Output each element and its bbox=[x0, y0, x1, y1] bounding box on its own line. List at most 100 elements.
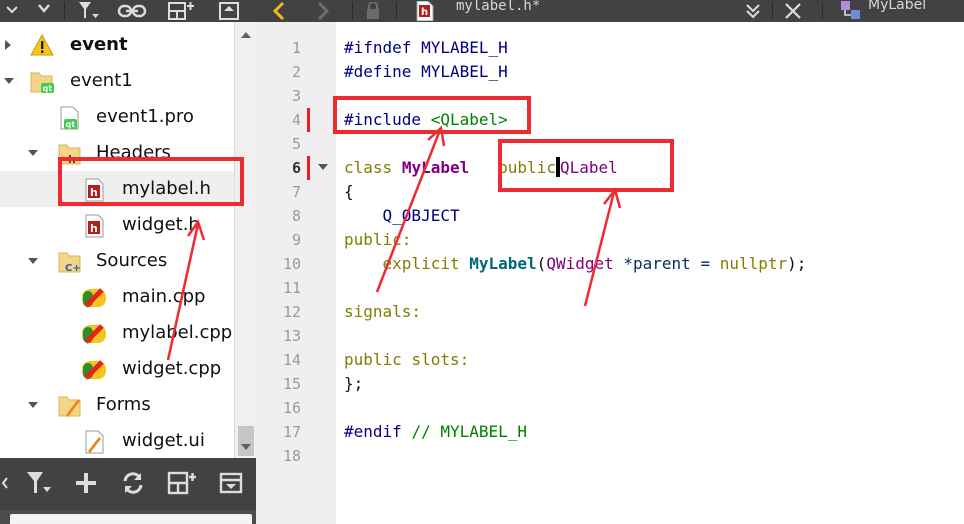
code-line-17[interactable]: #endif // MYLABEL_H bbox=[344, 420, 527, 444]
chevrons-icon[interactable] bbox=[2, 0, 22, 22]
change-marker bbox=[307, 108, 310, 132]
collapse-arrow-icon[interactable] bbox=[4, 78, 14, 84]
tree-scrollbar[interactable] bbox=[234, 22, 256, 458]
tree-item-label: widget.ui bbox=[122, 430, 205, 451]
split-icon[interactable] bbox=[164, 471, 200, 495]
code-line-1[interactable]: #ifndef MYLABEL_H bbox=[344, 36, 508, 60]
svg-text:qt: qt bbox=[66, 120, 76, 129]
collapse-arrow-icon[interactable] bbox=[28, 258, 38, 264]
close-sidebar-icon[interactable] bbox=[212, 0, 246, 22]
back-arrow-icon[interactable] bbox=[264, 0, 294, 22]
annotation-box-include bbox=[333, 96, 531, 134]
add-icon[interactable] bbox=[70, 472, 102, 494]
link-editor-icon[interactable] bbox=[112, 0, 152, 22]
project-tree: event qt event1 qt event1.pro h Headers … bbox=[0, 22, 256, 458]
tree-item-label: widget.h bbox=[122, 214, 200, 235]
collapse-arrow-icon[interactable] bbox=[28, 150, 38, 156]
annotation-box-mylabel-h bbox=[58, 157, 244, 206]
forms-folder-icon bbox=[58, 394, 81, 417]
line-number: 14 bbox=[282, 351, 301, 369]
forward-arrow-icon[interactable] bbox=[308, 0, 338, 22]
chevron-left-icon[interactable] bbox=[0, 472, 10, 494]
filter-icon[interactable] bbox=[74, 0, 104, 22]
tree-item-label: event bbox=[70, 34, 128, 55]
close-pane-icon[interactable] bbox=[214, 472, 248, 494]
cpp-file-icon bbox=[80, 286, 106, 308]
close-document-icon[interactable] bbox=[778, 0, 808, 22]
line-number: 3 bbox=[291, 87, 301, 105]
code-line-14[interactable]: public slots: bbox=[344, 348, 469, 372]
svg-text:qt: qt bbox=[43, 84, 53, 93]
line-number: 7 bbox=[291, 183, 301, 201]
code-line-10[interactable]: explicit MyLabel(QWidget *parent = nullp… bbox=[344, 252, 807, 276]
scroll-thumb[interactable] bbox=[238, 426, 254, 456]
line-number: 8 bbox=[291, 207, 301, 225]
svg-text:h: h bbox=[90, 222, 98, 235]
lock-icon[interactable] bbox=[360, 0, 386, 22]
line-number: 1 bbox=[291, 39, 301, 57]
line-number: 12 bbox=[282, 303, 301, 321]
tree-item-widget-ui[interactable]: widget.ui bbox=[0, 423, 234, 458]
sync-icon[interactable] bbox=[116, 472, 150, 494]
editor-file-title[interactable]: mylabel.h* bbox=[456, 0, 540, 18]
class-symbol-icon bbox=[836, 0, 866, 22]
editor-toolbar: h mylabel.h* MyLabel bbox=[256, 0, 964, 22]
line-number: 15 bbox=[282, 375, 301, 393]
line-number: 4 bbox=[291, 111, 301, 129]
tree-item-event1-pro[interactable]: qt event1.pro bbox=[0, 99, 234, 135]
line-number: 5 bbox=[291, 135, 301, 153]
sources-folder-icon: C+ bbox=[58, 250, 81, 274]
line-number: 2 bbox=[291, 63, 301, 81]
bottom-panel-header bbox=[10, 514, 252, 524]
line-number: 13 bbox=[282, 327, 301, 345]
tree-item-label: event1.pro bbox=[96, 106, 194, 127]
scroll-up-icon[interactable] bbox=[241, 32, 251, 38]
change-marker bbox=[307, 156, 310, 180]
file-dropdown-chevron-icon[interactable] bbox=[740, 0, 766, 22]
tree-item-widget-h[interactable]: h widget.h bbox=[0, 207, 234, 243]
tree-item-label: widget.cpp bbox=[122, 358, 222, 379]
class-selector[interactable]: MyLabel bbox=[868, 0, 926, 18]
tree-item-forms[interactable]: Forms bbox=[0, 387, 234, 423]
line-number: 17 bbox=[282, 423, 301, 441]
qt-pro-file-icon: qt bbox=[58, 106, 80, 130]
line-number: 18 bbox=[282, 447, 301, 465]
code-line-8[interactable]: Q_OBJECT bbox=[344, 204, 460, 228]
svg-text:h: h bbox=[421, 7, 428, 18]
dropdown-chevron-icon[interactable] bbox=[30, 0, 58, 22]
tree-item-label: main.cpp bbox=[122, 286, 206, 307]
warning-icon bbox=[30, 33, 54, 56]
bottom-toolbar bbox=[0, 458, 256, 510]
cpp-file-icon bbox=[80, 358, 106, 380]
header-file-icon: h bbox=[84, 214, 106, 238]
tree-item-label: event1 bbox=[70, 70, 133, 91]
expand-arrow-icon[interactable] bbox=[5, 40, 11, 50]
cpp-file-icon bbox=[80, 322, 106, 344]
line-number: 11 bbox=[282, 279, 301, 297]
tree-item-widget-cpp[interactable]: widget.cpp bbox=[0, 351, 234, 387]
code-line-7[interactable]: { bbox=[344, 180, 354, 204]
line-number: 16 bbox=[282, 399, 301, 417]
tree-item-label: Sources bbox=[96, 250, 168, 271]
line-number: 10 bbox=[282, 255, 301, 273]
qt-project-folder-icon: qt bbox=[30, 70, 54, 93]
tree-item-event[interactable]: event bbox=[0, 27, 234, 63]
code-line-12[interactable]: signals: bbox=[344, 300, 421, 324]
line-number-gutter[interactable]: 1 2 3 4 5 6 7 8 9 10 11 12 13 14 15 16 1… bbox=[256, 22, 336, 524]
fold-arrow-icon[interactable] bbox=[318, 164, 328, 170]
tree-item-sources[interactable]: C+ Sources bbox=[0, 243, 234, 279]
current-line-number: 6 bbox=[291, 159, 301, 177]
tree-item-label: Forms bbox=[96, 394, 151, 415]
code-line-2[interactable]: #define MYLABEL_H bbox=[344, 60, 508, 84]
code-line-9[interactable]: public: bbox=[344, 228, 411, 252]
annotation-box-base-class bbox=[498, 139, 674, 192]
collapse-arrow-icon[interactable] bbox=[28, 402, 38, 408]
project-toolbar bbox=[0, 0, 256, 22]
tree-item-main-cpp[interactable]: main.cpp bbox=[0, 279, 234, 315]
scroll-down-icon[interactable] bbox=[241, 444, 251, 450]
tree-item-event1[interactable]: qt event1 bbox=[0, 63, 234, 99]
filter-icon[interactable] bbox=[22, 472, 56, 494]
tree-item-mylabel-cpp[interactable]: mylabel.cpp bbox=[0, 315, 234, 351]
code-line-15[interactable]: }; bbox=[344, 372, 363, 396]
split-icon[interactable] bbox=[164, 0, 198, 22]
